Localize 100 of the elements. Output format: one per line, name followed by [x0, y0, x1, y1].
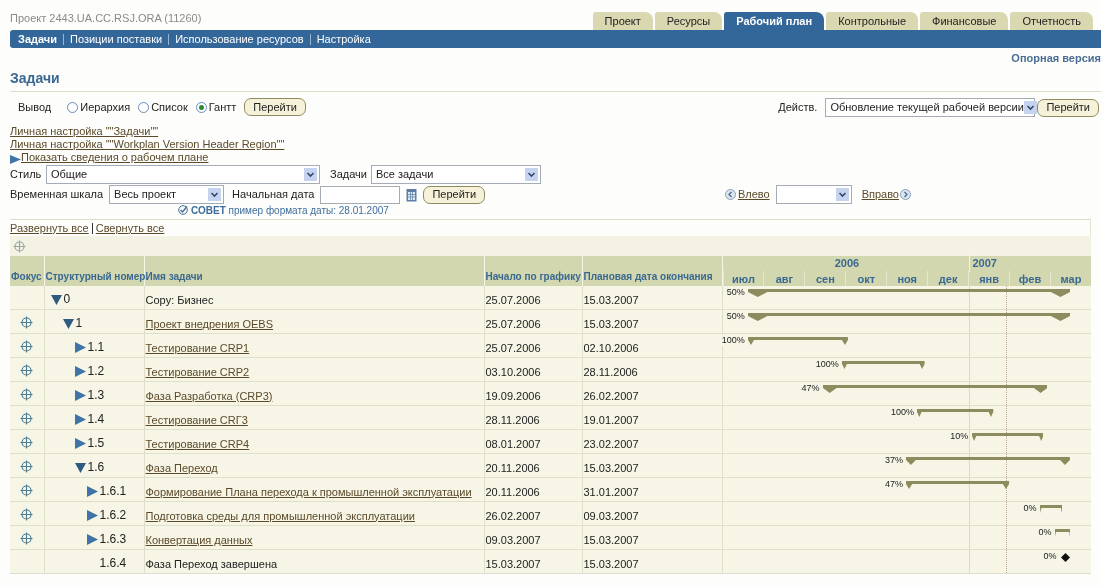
focus-icon[interactable] — [20, 339, 34, 353]
start-date-label: Начальная дата — [232, 187, 315, 203]
percent-label: 100% — [815, 359, 839, 370]
radio-button[interactable] — [67, 101, 79, 113]
end-date: 15.03.2007 — [583, 461, 639, 474]
tasks-label: Задачи — [330, 167, 367, 183]
task-link[interactable]: Тестирование CRP1 — [145, 341, 250, 354]
right-arrow-icon[interactable] — [900, 189, 911, 200]
style-select[interactable]: Общие — [46, 165, 320, 184]
subtab-link[interactable]: Использование ресурсов — [175, 30, 304, 48]
percent-label: 50% — [726, 287, 745, 298]
task-link[interactable]: Тестирование CRP2 — [145, 365, 250, 378]
show-details-link[interactable]: Показать сведения о рабочем плане — [21, 151, 209, 164]
percent-label: 37% — [884, 455, 903, 466]
gantt-bar — [1040, 505, 1063, 515]
nav-tab[interactable]: Рабочий план — [724, 12, 825, 30]
focus-icon[interactable] — [20, 483, 34, 497]
column-header: Начало по графику — [485, 271, 581, 282]
expanded-triangle-icon[interactable] — [50, 293, 62, 305]
start-date: 03.10.2006 — [485, 365, 541, 378]
calendar-icon[interactable] — [406, 187, 418, 202]
expanded-triangle-icon[interactable] — [74, 461, 86, 473]
collapsed-triangle-icon[interactable] — [74, 413, 86, 425]
radio-button[interactable] — [195, 101, 207, 113]
right-link[interactable]: Вправо — [861, 186, 899, 203]
task-number: 1.6.1 — [99, 483, 127, 500]
timescale-select[interactable]: Весь проект — [109, 185, 225, 204]
gantt-bar — [1055, 529, 1071, 539]
period-select[interactable] — [775, 185, 852, 204]
collapsed-triangle-icon[interactable] — [74, 389, 86, 401]
percent-label: 10% — [950, 431, 969, 442]
column-header: Структурный номер — [45, 271, 146, 282]
left-link[interactable]: Влево — [737, 186, 770, 203]
end-date: 15.03.2007 — [583, 293, 639, 306]
personalize-link[interactable]: Личная настройка ""Задачи"" — [10, 125, 159, 138]
start-date: 19.09.2006 — [485, 389, 541, 402]
start-date: 25.07.2006 — [485, 341, 541, 354]
subtab-link[interactable]: Настройка — [316, 30, 371, 48]
nav-tab[interactable]: Проект — [592, 12, 653, 30]
task-link[interactable]: Формирование Плана перехода к промышленной эксплуатации — [145, 485, 472, 498]
go-button[interactable]: Перейти — [1037, 98, 1099, 117]
focus-icon[interactable] — [20, 531, 34, 545]
percent-label: 0% — [1023, 503, 1037, 514]
percent-label: 50% — [726, 311, 745, 322]
tasks-select[interactable]: Все задачи — [370, 165, 541, 184]
tip-check-icon — [178, 205, 188, 215]
subtab-link[interactable]: Задачи — [18, 30, 57, 48]
start-date: 28.11.2006 — [485, 413, 540, 426]
month-label: ноя — [886, 271, 928, 286]
nav-tab[interactable]: Отчетность — [1010, 12, 1093, 30]
task-number: 0 — [63, 291, 71, 308]
expanded-triangle-icon[interactable] — [62, 317, 74, 329]
collapsed-triangle-icon[interactable] — [86, 485, 98, 497]
expand-arrow-icon[interactable] — [10, 155, 21, 164]
collapsed-triangle-icon[interactable] — [86, 509, 98, 521]
actions-select[interactable]: Обновление текущей рабочей версии — [825, 98, 1036, 117]
focus-icon[interactable] — [20, 363, 34, 377]
radio-label: Список — [151, 99, 188, 115]
personalize-link[interactable]: Личная настройка ""Workplan Version Header Region"" — [10, 138, 285, 151]
start-date: 08.01.2007 — [485, 437, 541, 450]
focus-icon[interactable] — [20, 459, 34, 473]
year-label: 2006 — [833, 256, 861, 272]
focus-icon[interactable] — [20, 411, 34, 425]
task-link[interactable]: Фаза Переход — [145, 461, 218, 474]
go-button[interactable]: Перейти — [423, 185, 486, 204]
start-date-field[interactable] — [320, 185, 401, 204]
task-number: 1.4 — [87, 411, 105, 428]
collapsed-triangle-icon[interactable] — [74, 437, 86, 449]
focus-icon[interactable] — [20, 507, 34, 521]
focus-icon[interactable] — [13, 239, 26, 253]
baseline-link[interactable]: Опорная версия — [1011, 49, 1101, 67]
focus-icon[interactable] — [20, 315, 34, 329]
focus-icon[interactable] — [20, 435, 34, 449]
task-link[interactable]: Конвертация данных — [145, 533, 253, 546]
radio-button[interactable] — [138, 101, 150, 113]
task-link[interactable]: Фаза Разработка (CRP3) — [145, 389, 273, 402]
task-link[interactable]: Тестирование CRP4 — [145, 437, 250, 450]
percent-label: 0% — [1038, 527, 1052, 538]
task-number: 1.1 — [87, 339, 105, 356]
end-date: 15.03.2007 — [583, 557, 639, 570]
year-label: 2007 — [968, 255, 997, 272]
expand-all-link[interactable]: Развернуть все — [10, 219, 89, 237]
collapse-all-link[interactable]: Свернуть все — [95, 219, 165, 237]
subtab-link[interactable]: Позиции поставки — [70, 30, 163, 48]
task-link[interactable]: Проект внедрения OEBS — [145, 317, 274, 330]
task-link[interactable]: Подготовка среды для промышленной эксплуатации — [145, 509, 415, 522]
go-button[interactable]: Перейти — [244, 98, 306, 116]
nav-tab[interactable]: Финансовые — [920, 12, 1009, 30]
nav-tab[interactable]: Контрольные — [826, 12, 919, 30]
month-label: фев — [1009, 271, 1050, 286]
collapsed-triangle-icon[interactable] — [74, 341, 86, 353]
collapsed-triangle-icon[interactable] — [74, 365, 86, 377]
task-link[interactable]: Тестирование CRГ3 — [145, 413, 248, 426]
collapsed-triangle-icon[interactable] — [86, 533, 98, 545]
end-date: 19.01.2007 — [583, 413, 639, 426]
end-date: 26.02.2007 — [583, 389, 639, 402]
percent-label: 47% — [884, 479, 903, 490]
start-date: 25.07.2006 — [485, 293, 541, 306]
focus-icon[interactable] — [20, 387, 34, 401]
nav-tab[interactable]: Ресурсы — [654, 12, 723, 30]
